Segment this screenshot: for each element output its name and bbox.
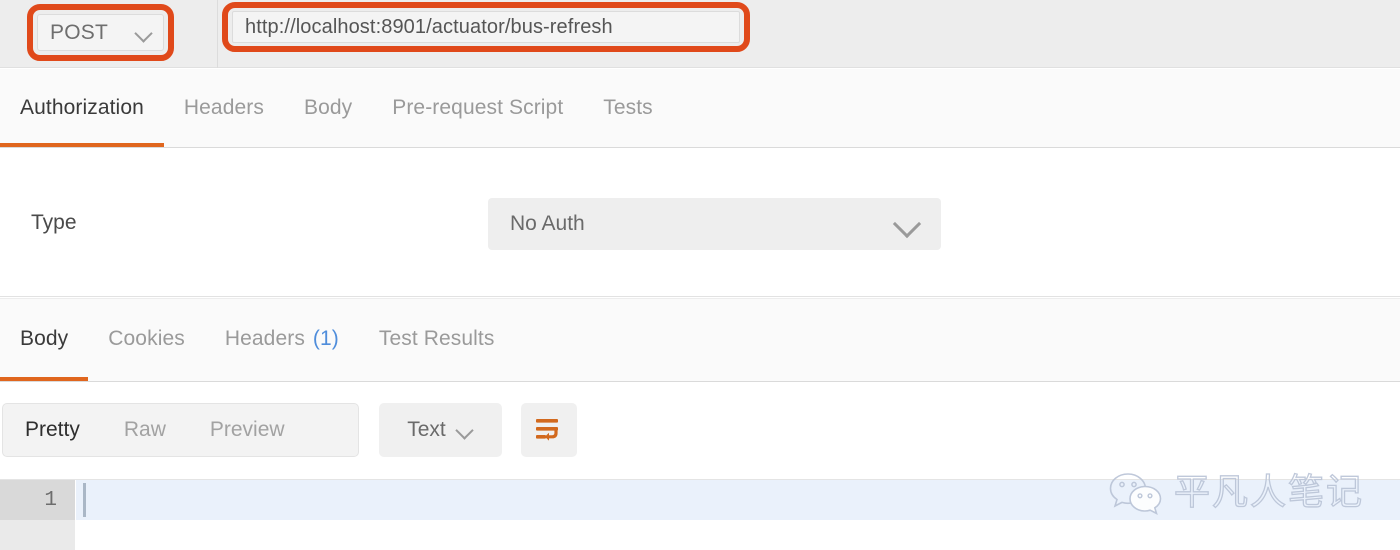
response-view-mode-group: Pretty Raw Preview xyxy=(2,403,359,457)
response-headers-count: (1) xyxy=(312,327,339,350)
auth-type-value: No Auth xyxy=(510,212,585,235)
editor-gutter: 1 xyxy=(0,480,75,550)
chevron-down-icon xyxy=(135,24,153,42)
tab-authorization-label: Authorization xyxy=(20,95,144,119)
response-format-value: Text xyxy=(407,418,446,441)
response-format-dropdown[interactable]: Text xyxy=(379,403,502,457)
word-wrap-icon xyxy=(536,419,558,441)
response-tab-headers[interactable]: Headers (1) xyxy=(205,297,359,381)
response-tab-cookies[interactable]: Cookies xyxy=(88,297,205,381)
http-method-dropdown[interactable]: POST xyxy=(37,14,164,51)
response-body-editor[interactable]: 1 xyxy=(0,479,1400,550)
editor-gutter-active-line: 1 xyxy=(0,480,75,520)
chevron-down-icon xyxy=(456,421,474,439)
http-method-label: POST xyxy=(50,20,108,44)
tab-authorization[interactable]: Authorization xyxy=(0,68,164,147)
tab-tests-label: Tests xyxy=(603,95,653,119)
response-tab-body-label: Body xyxy=(20,327,69,350)
response-tab-test-results-label: Test Results xyxy=(378,327,495,350)
request-tab-bar: Authorization Headers Body Pre-request S… xyxy=(0,69,1400,148)
method-highlight-annotation: POST xyxy=(27,4,174,61)
response-tab-cookies-label: Cookies xyxy=(108,327,185,350)
auth-type-dropdown[interactable]: No Auth xyxy=(488,198,941,250)
word-wrap-button[interactable] xyxy=(521,403,577,457)
postman-window: POST http://localhost:8901/actuator/bus-… xyxy=(0,0,1400,550)
response-tab-bar: Body Cookies Headers (1) Test Results xyxy=(0,298,1400,382)
auth-type-label: Type xyxy=(31,211,77,234)
urlbar-divider xyxy=(217,0,218,68)
view-mode-preview[interactable]: Preview xyxy=(188,404,307,456)
response-toolbar: Pretty Raw Preview Text xyxy=(0,383,1400,479)
authorization-panel: Type No Auth xyxy=(0,149,1400,297)
tab-body[interactable]: Body xyxy=(284,68,372,147)
chevron-down-icon xyxy=(894,210,922,238)
response-tab-body[interactable]: Body xyxy=(0,297,89,381)
response-tab-test-results[interactable]: Test Results xyxy=(359,297,515,381)
url-input-value: http://localhost:8901/actuator/bus-refre… xyxy=(245,15,613,38)
tab-pre-request-script-label: Pre-request Script xyxy=(392,95,564,119)
tab-tests[interactable]: Tests xyxy=(583,68,673,147)
editor-caret xyxy=(83,483,86,517)
response-tab-headers-label: Headers xyxy=(224,327,305,350)
tab-headers[interactable]: Headers xyxy=(164,68,284,147)
editor-active-line[interactable] xyxy=(76,480,1400,520)
tab-pre-request-script[interactable]: Pre-request Script xyxy=(372,68,583,147)
url-input[interactable]: http://localhost:8901/actuator/bus-refre… xyxy=(232,11,740,43)
view-mode-pretty[interactable]: Pretty xyxy=(3,404,102,456)
editor-line-number: 1 xyxy=(44,488,57,512)
tab-headers-label: Headers xyxy=(183,95,264,119)
tab-body-label: Body xyxy=(303,95,353,119)
request-url-bar: POST http://localhost:8901/actuator/bus-… xyxy=(0,0,1400,68)
view-mode-raw[interactable]: Raw xyxy=(102,404,188,456)
url-highlight-annotation: http://localhost:8901/actuator/bus-refre… xyxy=(222,2,750,52)
